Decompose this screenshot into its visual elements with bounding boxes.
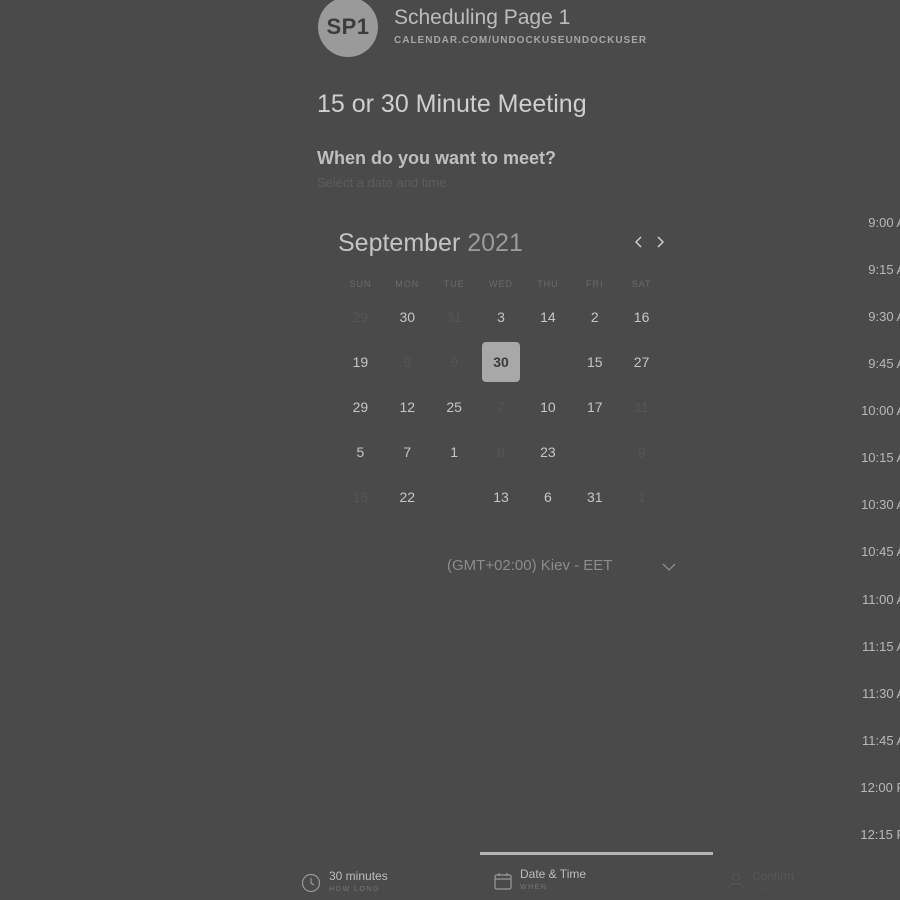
time-slot[interactable]: 11:00 AM (862, 592, 900, 607)
question-heading: When do you want to meet? (317, 148, 556, 168)
calendar-grid: SUN MON TUE WED THU FRI SAT 29 30 31 3 1… (337, 274, 665, 519)
calendar-day[interactable]: 13 (478, 474, 525, 519)
step-progress-bar (480, 852, 713, 855)
calendar-day[interactable]: 5 (337, 429, 384, 474)
time-slot[interactable]: 10:00 AM (861, 403, 900, 418)
calendar-day[interactable]: 1 (431, 429, 478, 474)
clock-icon (301, 873, 321, 893)
step-duration[interactable]: 30 minutes HOW LONG (301, 862, 388, 893)
calendar-day[interactable]: 22 (384, 474, 431, 519)
avatar: SP1 (318, 0, 378, 57)
user-icon (728, 872, 744, 889)
time-slot[interactable]: 9:15 AM (868, 262, 900, 277)
weekday-label: SAT (631, 279, 652, 289)
calendar-day[interactable]: 23 (524, 429, 571, 474)
time-slot[interactable]: 11:15 AM (862, 639, 900, 654)
calendar-day: 9 (450, 353, 459, 370)
calendar-day[interactable]: 30 (384, 294, 431, 339)
calendar-day[interactable]: 19 (337, 339, 384, 384)
calendar-day[interactable]: 29 (337, 384, 384, 429)
selected-day-label: 30 (482, 341, 520, 382)
calendar-day: 15 (352, 488, 369, 505)
weekday-label: THU (537, 279, 559, 289)
chevron-right-icon (657, 236, 665, 248)
calendar-week: 29 30 31 3 14 2 16 (337, 294, 665, 339)
chevron-left-icon (634, 236, 642, 248)
calendar-day[interactable]: 31 (571, 474, 618, 519)
year-label: 2021 (467, 229, 523, 257)
month-title: September 2021 (338, 229, 523, 258)
calendar-day (571, 429, 618, 474)
step-sublabel: WHEN (520, 884, 548, 891)
meeting-title: 15 or 30 Minute Meeting (317, 90, 587, 118)
calendar-day: 7 (497, 398, 505, 415)
time-slot[interactable]: 12:15 PM (860, 827, 900, 842)
timezone-dropdown-button[interactable] (660, 556, 678, 576)
calendar-day[interactable]: 16 (618, 294, 665, 339)
time-slot[interactable]: 9:00 AM (868, 215, 900, 230)
weekday-label: TUE (443, 279, 465, 289)
step-label: Date & Time (520, 867, 587, 881)
time-slot-list: 9:00 AM 9:15 AM 9:30 AM 9:45 AM 10:00 AM… (850, 0, 900, 860)
weekday-label: FRI (585, 279, 604, 289)
calendar-day: 31 (446, 308, 462, 325)
calendar-day[interactable]: 12 (384, 384, 431, 429)
step-label: Confirm (752, 869, 795, 883)
time-slot[interactable]: 10:30 AM (861, 497, 900, 512)
calendar-day: 29 (352, 308, 369, 325)
calendar-day: 11 (634, 398, 649, 415)
calendar-day[interactable]: 2 (571, 294, 618, 339)
time-slot[interactable]: 11:30 AM (862, 686, 900, 701)
chevron-down-icon (662, 563, 676, 571)
calendar-day[interactable]: 3 (478, 294, 525, 339)
calendar-day-selected[interactable]: 30 (478, 339, 525, 384)
calendar-day[interactable]: 10 (524, 384, 571, 429)
calendar-day: 1 (637, 488, 646, 505)
weekday-label: MON (395, 279, 420, 289)
calendar-day[interactable]: 7 (384, 429, 431, 474)
step-confirm[interactable]: Confirm WHO (726, 862, 794, 893)
timezone-select[interactable]: (GMT+02:00) Kiev - EET (447, 557, 612, 574)
page-url[interactable]: CALENDAR.COM/UNDOCKUSEUNDOCKUSER (394, 35, 647, 46)
month-name: September (338, 229, 461, 257)
calendar-day[interactable]: 25 (431, 384, 478, 429)
calendar-week: 29 12 25 7 10 17 11 (337, 384, 665, 429)
time-slot[interactable]: 9:30 AM (868, 309, 900, 324)
step-label: 30 minutes (329, 869, 388, 883)
calendar-day: 9 (637, 443, 646, 460)
time-slot[interactable]: 10:45 AM (861, 544, 900, 559)
next-month-button[interactable] (651, 231, 669, 253)
calendar-day[interactable]: 17 (571, 384, 618, 429)
step-sublabel: HOW LONG (329, 886, 380, 893)
calendar-day (431, 474, 478, 519)
time-slot[interactable]: 11:45 AM (862, 733, 900, 748)
time-slot[interactable]: 9:45 AM (868, 356, 900, 371)
weekday-label: WED (489, 279, 513, 289)
calendar-day[interactable]: 27 (618, 339, 665, 384)
calendar-icon (494, 873, 512, 890)
calendar-week: 5 7 1 8 23 9 (337, 429, 665, 474)
step-sublabel: WHO (752, 886, 774, 893)
hint-text: Select a date and time (317, 175, 447, 190)
calendar-day[interactable]: 14 (524, 294, 571, 339)
page-name: Scheduling Page 1 (394, 6, 571, 29)
step-date-time[interactable]: Date & Time WHEN (493, 862, 586, 891)
weekday-row: SUN MON TUE WED THU FRI SAT (337, 274, 665, 294)
calendar-day[interactable]: 15 (571, 339, 618, 384)
calendar-week: 15 22 13 6 31 1 (337, 474, 665, 519)
calendar-week: 19 9 9 30 15 27 (337, 339, 665, 384)
calendar-day: 9 (403, 353, 412, 370)
calendar-day: 8 (497, 443, 505, 460)
time-slot[interactable]: 12:00 PM (860, 780, 900, 795)
prev-month-button[interactable] (630, 231, 648, 253)
calendar-day[interactable]: 6 (524, 474, 571, 519)
weekday-label: SUN (349, 279, 372, 289)
calendar-day (524, 339, 571, 384)
time-slot[interactable]: 10:15 AM (861, 450, 900, 465)
